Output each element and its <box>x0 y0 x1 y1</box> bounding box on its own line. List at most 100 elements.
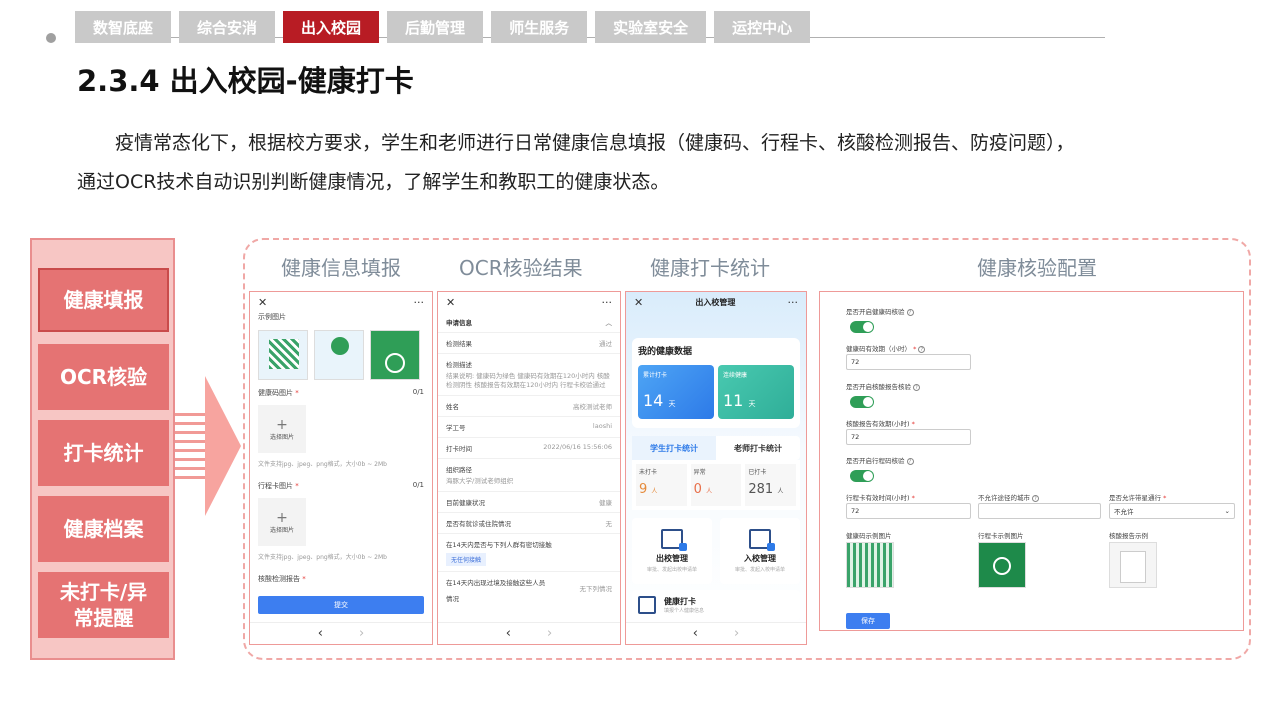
arrow-stripes <box>175 413 207 479</box>
menu-health-report[interactable]: 健康填报 <box>38 268 169 332</box>
banned-city-input[interactable] <box>978 503 1101 519</box>
tab-shiyanshi-anquan[interactable]: 实验室安全 <box>595 11 707 43</box>
trip-valid-input[interactable]: 72 <box>846 503 971 519</box>
nucleic-valid-input[interactable]: 72 <box>846 429 971 445</box>
row-value: 2022/06/16 15:56:06 <box>543 443 612 451</box>
info-row: 检测结果 通过 <box>438 333 620 354</box>
help-icon[interactable]: ? <box>913 383 920 391</box>
close-icon[interactable]: ✕ <box>446 296 455 309</box>
forward-icon[interactable]: › <box>547 626 552 641</box>
health-code-verify-toggle[interactable] <box>850 321 874 333</box>
nucleic-valid-label: 核酸报告有效期(小时) * <box>846 420 915 428</box>
field-label: 行程卡有效时间(小时) <box>846 494 910 502</box>
total-checkin-card[interactable]: 累计打卡 14 天 <box>638 365 714 419</box>
menu-checkin-stats[interactable]: 打卡统计 <box>38 420 169 486</box>
section-label-ocr: OCR核验结果 <box>459 256 583 280</box>
phone-ocr-result: ✕ ··· 申请信息 ︿ 检测结果 通过 检测描述 结果说明: 健康码为绿色 健康… <box>437 291 621 645</box>
tile-sub: 填报个人健康信息 <box>664 608 705 614</box>
chevron-up-icon[interactable]: ︿ <box>606 317 613 327</box>
abnormal-stat[interactable]: 异常 0 人 <box>690 464 742 506</box>
tab-churu-xiaoyuan[interactable]: 出入校园 <box>283 11 380 43</box>
close-icon[interactable]: ✕ <box>258 296 267 309</box>
tile-title: 出校管理 <box>656 554 688 563</box>
feature-menu: 健康填报 OCR核验 打卡统计 健康档案 未打卡/异常提醒 <box>30 238 175 660</box>
submit-button[interactable]: 提交 <box>258 596 424 614</box>
back-icon[interactable]: ‹ <box>506 626 511 641</box>
file-hint: 文件支持jpg、jpeg、png格式，大小0b ~ 2Mb <box>258 461 387 468</box>
row-label: 打卡时间 <box>446 445 472 453</box>
desc-text: 结果说明: 健康码为绿色 健康码有效期在120小时内 核酸检测阴性 核酸报告有效… <box>446 372 610 389</box>
browser-nav: ‹ › <box>626 622 806 644</box>
health-code-sample-image[interactable] <box>846 542 894 588</box>
unit-day: 天 <box>748 400 756 408</box>
tab-zonghe-anxiao[interactable]: 综合安消 <box>179 11 276 43</box>
unit-person: 人 <box>777 488 784 495</box>
example-health-code-image[interactable] <box>258 330 308 380</box>
bullet-dot <box>46 33 56 43</box>
more-icon[interactable]: ··· <box>414 296 425 309</box>
back-icon[interactable]: ‹ <box>318 626 323 641</box>
trip-card-sample-image[interactable] <box>978 542 1026 588</box>
contact-question: 在14天内是否与下列人群有密切接触 <box>446 541 552 549</box>
app-title: 出入校管理 <box>695 297 736 307</box>
tab-shisheng-fuwu[interactable]: 师生服务 <box>491 11 588 43</box>
allow-star-select[interactable]: 不允许 ⌄ <box>1109 503 1235 519</box>
health-verify-config: 是否开启健康码核验? 健康码有效期（小时） *? 72 是否开启核酸报告核验? … <box>819 291 1244 631</box>
health-checkin-tile[interactable]: 健康打卡 填报个人健康信息 <box>632 590 800 620</box>
save-button[interactable]: 保存 <box>846 613 890 629</box>
more-icon[interactable]: ··· <box>788 296 799 309</box>
exit-management-tile[interactable]: 出校管理 审批、发起出校申请单 <box>632 518 712 584</box>
tab-yunkong-zhongxin[interactable]: 运控中心 <box>714 11 811 43</box>
nucleic-verify-label: 是否开启核酸报告核验? <box>846 381 920 391</box>
more-icon[interactable]: ··· <box>602 296 613 309</box>
sample2-label: 行程卡示例图片 <box>978 532 1024 540</box>
page-title: 2.3.4 出入校园-健康打卡 <box>77 64 414 98</box>
checkin-summary: 未打卡 9 人 异常 0 人 已打卡 281 人 <box>632 460 800 510</box>
example-nucleic-image[interactable] <box>370 330 420 380</box>
help-icon[interactable]: ? <box>906 308 914 316</box>
help-icon[interactable]: ? <box>918 345 926 353</box>
tab-student-stats[interactable]: 学生打卡统计 <box>632 436 716 460</box>
desc-label: 检测描述 <box>446 361 472 369</box>
tab-houqin-guanli[interactable]: 后勤管理 <box>387 11 484 43</box>
help-icon[interactable]: ? <box>1032 494 1039 502</box>
entry-management-tile[interactable]: 入校管理 审批、发起入校申请单 <box>720 518 800 584</box>
phone-checkin-stats: ✕ 出入校管理 ··· 我的健康数据 累计打卡 14 天 连续健康 11 天 学… <box>625 291 807 645</box>
banned-city-label: 不允许途径的城市? <box>978 492 1039 502</box>
example-trip-card-image[interactable] <box>314 330 364 380</box>
health-code-valid-input[interactable]: 72 <box>846 354 971 370</box>
healthy-streak-label: 连续健康 <box>723 372 748 379</box>
field-label: 是否允许带星通行 <box>1109 494 1161 502</box>
forward-icon[interactable]: › <box>734 626 739 641</box>
nucleic-sample-image[interactable] <box>1109 542 1157 588</box>
trip-card-upload[interactable]: + 选择图片 <box>258 498 306 546</box>
route-value: 海豚大学/测试老师组织 <box>446 477 514 485</box>
menu-health-archive[interactable]: 健康档案 <box>38 496 169 562</box>
row-value: laoshi <box>592 422 612 430</box>
nucleic-verify-toggle[interactable] <box>850 396 874 408</box>
trip-verify-toggle[interactable] <box>850 470 874 482</box>
tile-title: 健康打卡 <box>664 597 696 606</box>
no-contact-tag: 无任何接触 <box>446 553 487 566</box>
tab-teacher-stats[interactable]: 老师打卡统计 <box>716 436 800 460</box>
not-checked-stat[interactable]: 未打卡 9 人 <box>636 464 687 506</box>
tile-title: 入校管理 <box>744 554 776 563</box>
forward-icon[interactable]: › <box>359 626 364 641</box>
phone-health-report: ✕ ··· 示例图片 健康码图片 * 0/1 + 选择图片 文件支持jpg、jp… <box>249 291 433 645</box>
info-row: 姓名 高校测试老师 <box>438 396 620 417</box>
close-icon[interactable]: ✕ <box>634 296 643 309</box>
health-code-verify-label: 是否开启健康码核验? <box>846 306 914 316</box>
health-data-card: 我的健康数据 累计打卡 14 天 连续健康 11 天 <box>632 338 800 428</box>
health-code-upload[interactable]: + 选择图片 <box>258 405 306 453</box>
help-icon[interactable]: ? <box>906 457 914 465</box>
tab-shuzhi-dizuo[interactable]: 数智底座 <box>75 11 172 43</box>
row-label: 姓名 <box>446 403 459 411</box>
healthy-streak-card[interactable]: 连续健康 11 天 <box>718 365 794 419</box>
checked-stat[interactable]: 已打卡 281 人 <box>745 464 797 506</box>
stats-tabs: 学生打卡统计 老师打卡统计 <box>632 436 800 460</box>
back-icon[interactable]: ‹ <box>693 626 698 641</box>
menu-missing-alert[interactable]: 未打卡/异常提醒 <box>38 572 169 638</box>
health-code-valid-label: 健康码有效期（小时） *? <box>846 343 926 353</box>
upload-label: 选择图片 <box>269 526 294 534</box>
menu-ocr-verify[interactable]: OCR核验 <box>38 344 169 410</box>
